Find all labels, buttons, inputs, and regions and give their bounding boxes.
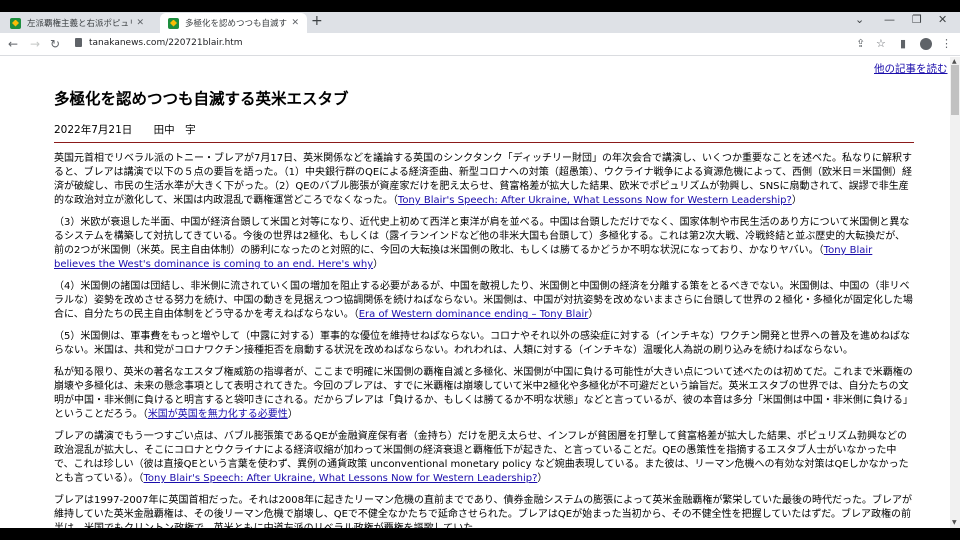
bookmark-star-icon[interactable]: ☆ <box>876 37 886 50</box>
screen-top-bar <box>0 0 960 12</box>
tab-left-right-populism[interactable]: 左派覇権主義と右派ポピュリズムが衝 ✕ <box>2 13 152 33</box>
paragraph-tail: ） <box>373 259 384 270</box>
tab-title: 多極化を認めつつも自滅する英米エ <box>185 19 288 29</box>
web-page: 他の記事を読む 多極化を認めつつも自滅する英米エスタブ 2022年7月21日 田… <box>0 57 950 528</box>
screen-bottom-bar <box>0 528 960 540</box>
vertical-scrollbar[interactable]: ▲ ▼ <box>950 57 960 528</box>
article-title: 多極化を認めつつも自滅する英米エスタブ <box>54 90 349 108</box>
paragraph-2: （3）米欧が衰退した半面、中国が経済台頭して米国と対等になり、近代史上初めて西洋… <box>54 216 915 272</box>
reference-link[interactable]: Tony Blair's Speech: After Ukraine, What… <box>144 473 538 484</box>
byline: 2022年7月21日 田中 宇 <box>54 122 214 137</box>
new-tab-button[interactable]: + <box>311 13 323 29</box>
scroll-thumb[interactable] <box>951 65 959 115</box>
paragraph-1: 英国元首相でリベラル派のトニー・ブレアが7月17日、英米関係などを議論する英国の… <box>54 152 915 208</box>
lock-icon[interactable] <box>75 38 82 47</box>
paragraph-tail: ） <box>588 309 599 320</box>
close-icon[interactable]: ✕ <box>136 18 144 28</box>
paragraph-5: 私が知る限り、英米の著名なエスタブ権威筋の指導者が、ここまで明確に米国側の覇権自… <box>54 366 915 422</box>
title-divider <box>54 142 914 143</box>
menu-icon[interactable]: ⋮ <box>941 37 952 50</box>
reference-link[interactable]: 米国が英国を無力化する必要性 <box>148 409 288 420</box>
browser-toolbar: ← → ↻ tanakanews.com/220721blair.htm ⇪ ☆… <box>0 33 960 56</box>
share-icon[interactable]: ⇪ <box>856 37 865 50</box>
site-favicon-icon <box>10 17 21 29</box>
side-panel-icon[interactable]: ▮ <box>900 37 906 50</box>
paragraph-tail: ） <box>791 195 802 206</box>
article-body: 英国元首相でリベラル派のトニー・ブレアが7月17日、英米関係などを議論する英国の… <box>54 152 915 528</box>
reload-button[interactable]: ↻ <box>50 37 60 51</box>
scroll-down-arrow-icon[interactable]: ▼ <box>952 519 957 526</box>
maximize-window-button[interactable]: ❐ <box>912 13 922 26</box>
other-articles-link[interactable]: 他の記事を読む <box>874 61 948 76</box>
article-date: 2022年7月21日 <box>54 124 133 136</box>
address-bar[interactable]: tanakanews.com/220721blair.htm <box>89 38 243 48</box>
tab-strip: 左派覇権主義と右派ポピュリズムが衝 ✕ 多極化を認めつつも自滅する英米エ ✕ <box>0 12 960 33</box>
reference-link[interactable]: Era of Western dominance ending – Tony B… <box>359 309 589 320</box>
paragraph-3: （4）米国側の諸国は団結し、非米側に流されていく国の増加を阻止する必要があるが、… <box>54 280 915 322</box>
scroll-up-arrow-icon[interactable]: ▲ <box>952 58 957 65</box>
paragraph-7: ブレアは1997-2007年に英国首相だった。それは2008年に起きたリーマン危… <box>54 494 915 528</box>
close-window-button[interactable]: ✕ <box>938 13 947 26</box>
minimize-window-button[interactable]: — <box>884 13 895 26</box>
paragraph-6: ブレアの講演でもう一つすごい点は、バブル膨張策であるQEが金融資産保有者（金持ち… <box>54 430 915 486</box>
paragraph-text: ブレアは1997-2007年に英国首相だった。それは2008年に起きたリーマン危… <box>54 495 913 528</box>
site-favicon-icon <box>168 17 179 29</box>
profile-avatar[interactable] <box>920 38 932 50</box>
tab-search-icon[interactable]: ⌄ <box>855 13 864 26</box>
paragraph-text: （3）米欧が衰退した半面、中国が経済台頭して米国と対等になり、近代史上初めて西洋… <box>54 217 910 256</box>
paragraph-tail: ） <box>287 409 298 420</box>
reference-link[interactable]: Tony Blair's Speech: After Ukraine, What… <box>398 195 792 206</box>
back-button[interactable]: ← <box>8 37 18 51</box>
close-icon[interactable]: ✕ <box>291 18 299 28</box>
paragraph-text: （5）米国側は、軍事費をもっと増やして（中露に対する）軍事的な優位を維持せねばな… <box>54 331 911 356</box>
paragraph-tail: ） <box>537 473 548 484</box>
url-path: /220721blair.htm <box>165 38 243 48</box>
url-host: tanakanews.com <box>89 38 166 48</box>
forward-button[interactable]: → <box>30 37 40 51</box>
tab-title: 左派覇権主義と右派ポピュリズムが衝 <box>27 19 132 29</box>
paragraph-4: （5）米国側は、軍事費をもっと増やして（中露に対する）軍事的な優位を維持せねばな… <box>54 330 915 358</box>
article-author: 田中 宇 <box>153 124 196 136</box>
tab-multipolar-article[interactable]: 多極化を認めつつも自滅する英米エ ✕ <box>160 13 307 33</box>
